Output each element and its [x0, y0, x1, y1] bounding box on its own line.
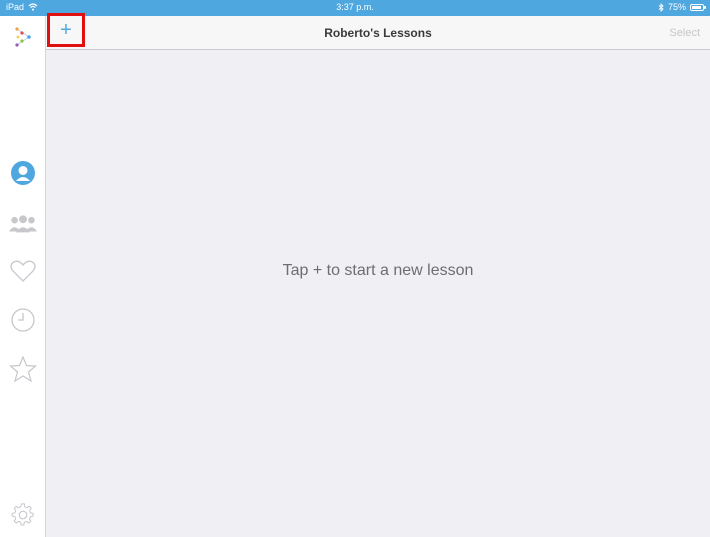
battery-icon [690, 3, 706, 11]
battery-percent: 75% [667, 2, 686, 12]
sidebar-item-groups[interactable] [8, 208, 38, 238]
gear-icon [11, 503, 34, 526]
empty-state-message: Tap + to start a new lesson [282, 262, 474, 279]
select-button[interactable]: Select [669, 27, 700, 39]
page-title: Roberto's Lessons [324, 26, 432, 40]
clock-icon [11, 308, 35, 332]
lessons-list-area: Tap + to start a new lesson [46, 50, 710, 537]
app-logo-icon[interactable] [8, 22, 38, 52]
group-icon [8, 215, 38, 233]
sidebar-item-settings[interactable] [8, 500, 38, 530]
status-time: 3:37 p.m. [336, 2, 374, 12]
bluetooth-icon [658, 2, 664, 12]
nav-bar: + Roberto's Lessons Select [46, 13, 710, 50]
heart-icon [10, 260, 36, 282]
sidebar-item-starred[interactable] [8, 354, 38, 384]
sidebar [0, 16, 46, 537]
person-icon [11, 161, 35, 185]
sidebar-item-favorites[interactable] [8, 256, 38, 286]
status-bar: iPad 3:37 p.m. 75% [0, 0, 710, 16]
star-icon [9, 355, 37, 383]
sidebar-item-recent[interactable] [8, 305, 38, 335]
sidebar-item-my-lessons[interactable] [8, 158, 38, 188]
